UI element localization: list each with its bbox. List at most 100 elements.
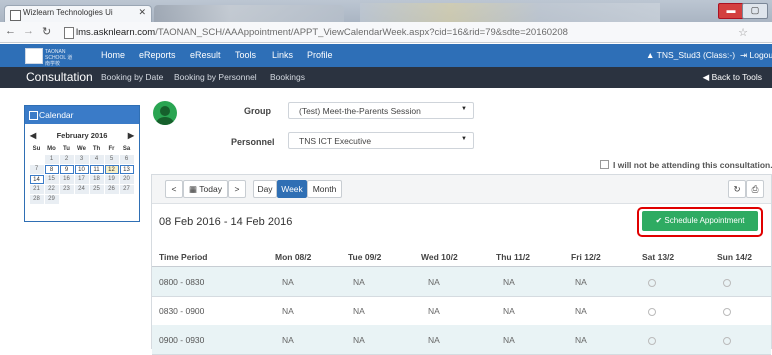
weekday-header: Mo bbox=[44, 144, 59, 154]
col-time-period: Time Period bbox=[159, 252, 208, 262]
mini-calendar-month: February 2016 bbox=[57, 131, 108, 140]
unavailable-slot-icon bbox=[648, 279, 656, 287]
calendar-day[interactable]: 14 bbox=[30, 175, 44, 184]
unavailable-slot-icon bbox=[648, 337, 656, 345]
group-label: Group bbox=[244, 106, 271, 116]
calendar-day[interactable]: 27 bbox=[120, 185, 134, 194]
month-view-button[interactable]: Month bbox=[307, 180, 342, 198]
calendar-day[interactable]: 11 bbox=[90, 165, 104, 174]
calendar-day[interactable]: 29 bbox=[45, 195, 59, 204]
calendar-day[interactable]: 5 bbox=[105, 155, 119, 164]
user-menu[interactable]: ▲ TNS_Stud3 (Class:-) bbox=[646, 50, 735, 60]
calendar-day[interactable]: 3 bbox=[75, 155, 89, 164]
window-controls: ▬ ▢ bbox=[682, 3, 768, 17]
refresh-button[interactable]: ↻ bbox=[728, 180, 746, 198]
app-nav-bar: TAONAN SCHOOL 道南学校 Home eReports eResult… bbox=[0, 44, 772, 67]
prev-month-icon[interactable]: ◀ bbox=[30, 131, 36, 140]
subnav-booking-by-date[interactable]: Booking by Date bbox=[101, 72, 163, 82]
logout-icon: ⇥ bbox=[740, 50, 747, 60]
today-button[interactable]: ▦ Today bbox=[183, 180, 228, 198]
calendar-day[interactable]: 9 bbox=[60, 165, 74, 174]
nav-links[interactable]: Links bbox=[272, 50, 293, 60]
not-attending-label: I will not be attending this consultatio… bbox=[613, 160, 772, 170]
prev-week-button[interactable]: < bbox=[165, 180, 183, 198]
next-month-icon[interactable]: ▶ bbox=[128, 131, 134, 140]
mini-calendar: ◀ February 2016 ▶ SuMoTuWeThFrSa12345678… bbox=[29, 131, 135, 204]
nav-profile[interactable]: Profile bbox=[307, 50, 333, 60]
calendar-day[interactable]: 12 bbox=[105, 165, 119, 174]
calendar-day[interactable]: 16 bbox=[60, 175, 74, 184]
personnel-select[interactable]: TNS ICT Executive ▼ bbox=[288, 132, 474, 149]
calendar-panel-title: Calendar bbox=[39, 110, 74, 120]
url-field[interactable]: lms.asknlearn.com/TAONAN_SCH/AAAppointme… bbox=[64, 25, 748, 40]
week-view-button[interactable]: Week bbox=[277, 180, 307, 198]
calendar-day[interactable]: 19 bbox=[105, 175, 119, 184]
calendar-day[interactable]: 4 bbox=[90, 155, 104, 164]
not-attending-option[interactable]: I will not be attending this consultatio… bbox=[600, 160, 772, 170]
calendar-day[interactable]: 1 bbox=[45, 155, 59, 164]
slot-cell: NA bbox=[282, 306, 294, 316]
group-select[interactable]: (Test) Meet-the-Parents Session ▼ bbox=[288, 102, 474, 119]
subnav-booking-by-personnel[interactable]: Booking by Personnel bbox=[174, 72, 257, 82]
calendar-panel: Calendar ◀ February 2016 ▶ SuMoTuWeThFrS… bbox=[24, 105, 140, 222]
back-to-tools-label: Back to Tools bbox=[712, 72, 762, 82]
calendar-day[interactable]: 24 bbox=[75, 185, 89, 194]
reload-icon[interactable]: ↻ bbox=[42, 25, 51, 38]
calendar-day[interactable]: 25 bbox=[90, 185, 104, 194]
weekday-header: We bbox=[74, 144, 89, 154]
minimize-button[interactable]: ▬ bbox=[718, 3, 744, 19]
not-attending-checkbox[interactable] bbox=[600, 160, 609, 169]
calendar-day[interactable]: 22 bbox=[45, 185, 59, 194]
calendar-day[interactable]: 23 bbox=[60, 185, 74, 194]
sub-nav-bar: Consultation Booking by Date Booking by … bbox=[0, 67, 772, 88]
weekday-header: Su bbox=[29, 144, 44, 154]
col-wed: Wed 10/2 bbox=[421, 252, 458, 262]
schedule-appointment-button[interactable]: ✔ Schedule Appointment bbox=[642, 211, 758, 231]
calendar-day[interactable]: 28 bbox=[30, 195, 44, 204]
back-arrow-icon[interactable]: ← bbox=[5, 25, 16, 37]
next-week-button[interactable]: > bbox=[228, 180, 246, 198]
calendar-day[interactable]: 7 bbox=[30, 165, 44, 174]
maximize-button[interactable]: ▢ bbox=[742, 3, 768, 19]
slot-cell: NA bbox=[503, 335, 515, 345]
page-section-title: Consultation bbox=[26, 70, 93, 84]
time-period-cell: 0900 - 0930 bbox=[159, 335, 204, 345]
nav-eresult[interactable]: eResult bbox=[190, 50, 221, 60]
logout-link[interactable]: ⇥ Logout bbox=[740, 50, 772, 61]
forward-arrow-icon[interactable]: → bbox=[23, 25, 34, 37]
browser-tab[interactable]: Wizlearn Technologies Ui ✕ bbox=[4, 5, 152, 22]
table-row: 0830 - 0900NANANANANA bbox=[152, 296, 771, 326]
nav-home[interactable]: Home bbox=[101, 50, 125, 60]
unavailable-slot-icon bbox=[723, 279, 731, 287]
calendar-day[interactable]: 13 bbox=[120, 165, 134, 174]
slot-cell: NA bbox=[503, 306, 515, 316]
slot-cell: NA bbox=[353, 335, 365, 345]
bookmark-star-icon[interactable]: ☆ bbox=[738, 26, 748, 39]
calendar-day[interactable]: 6 bbox=[120, 155, 134, 164]
day-view-button[interactable]: Day bbox=[253, 180, 277, 198]
print-button[interactable]: ⎙ bbox=[746, 180, 764, 198]
mini-calendar-grid: SuMoTuWeThFrSa12345678910111213141516171… bbox=[29, 144, 135, 204]
calendar-day[interactable]: 15 bbox=[45, 175, 59, 184]
table-row: 0800 - 0830NANANANANA bbox=[152, 267, 771, 297]
nav-tools[interactable]: Tools bbox=[235, 50, 256, 60]
weekday-header: Fr bbox=[104, 144, 119, 154]
calendar-day[interactable]: 2 bbox=[60, 155, 74, 164]
col-sun: Sun 14/2 bbox=[717, 252, 752, 262]
calendar-day[interactable]: 20 bbox=[120, 175, 134, 184]
nav-ereports[interactable]: eReports bbox=[139, 50, 176, 60]
subnav-bookings[interactable]: Bookings bbox=[270, 72, 305, 82]
school-logo[interactable] bbox=[25, 48, 43, 64]
calendar-day[interactable]: 17 bbox=[75, 175, 89, 184]
close-tab-icon[interactable]: ✕ bbox=[138, 7, 146, 18]
calendar-day[interactable]: 26 bbox=[105, 185, 119, 194]
calendar-day[interactable]: 10 bbox=[75, 165, 89, 174]
calendar-day[interactable]: 8 bbox=[45, 165, 59, 174]
calendar-day[interactable]: 18 bbox=[90, 175, 104, 184]
group-select-value: (Test) Meet-the-Parents Session bbox=[299, 106, 421, 116]
back-to-tools-link[interactable]: ◀ Back to Tools bbox=[703, 72, 762, 83]
browser-tab-inactive[interactable] bbox=[154, 5, 344, 22]
calendar-day[interactable]: 21 bbox=[30, 185, 44, 194]
personnel-select-value: TNS ICT Executive bbox=[299, 136, 371, 146]
unavailable-slot-icon bbox=[648, 308, 656, 316]
